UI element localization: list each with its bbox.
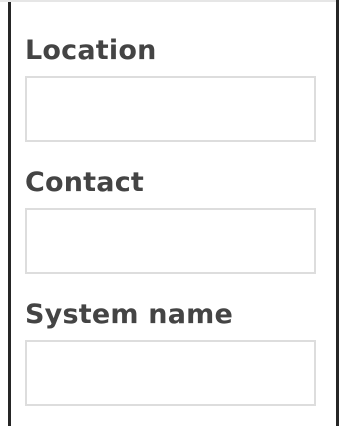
- panel-left-border: [8, 2, 11, 426]
- system-name-label: System name: [25, 299, 233, 330]
- panel-top-border: [0, 0, 336, 2]
- system-name-input[interactable]: [25, 340, 316, 406]
- contact-label: Contact: [25, 167, 145, 198]
- location-input[interactable]: [25, 76, 316, 142]
- form-panel: Location Contact System name: [0, 0, 339, 426]
- contact-input[interactable]: [25, 208, 316, 274]
- location-label: Location: [25, 35, 157, 66]
